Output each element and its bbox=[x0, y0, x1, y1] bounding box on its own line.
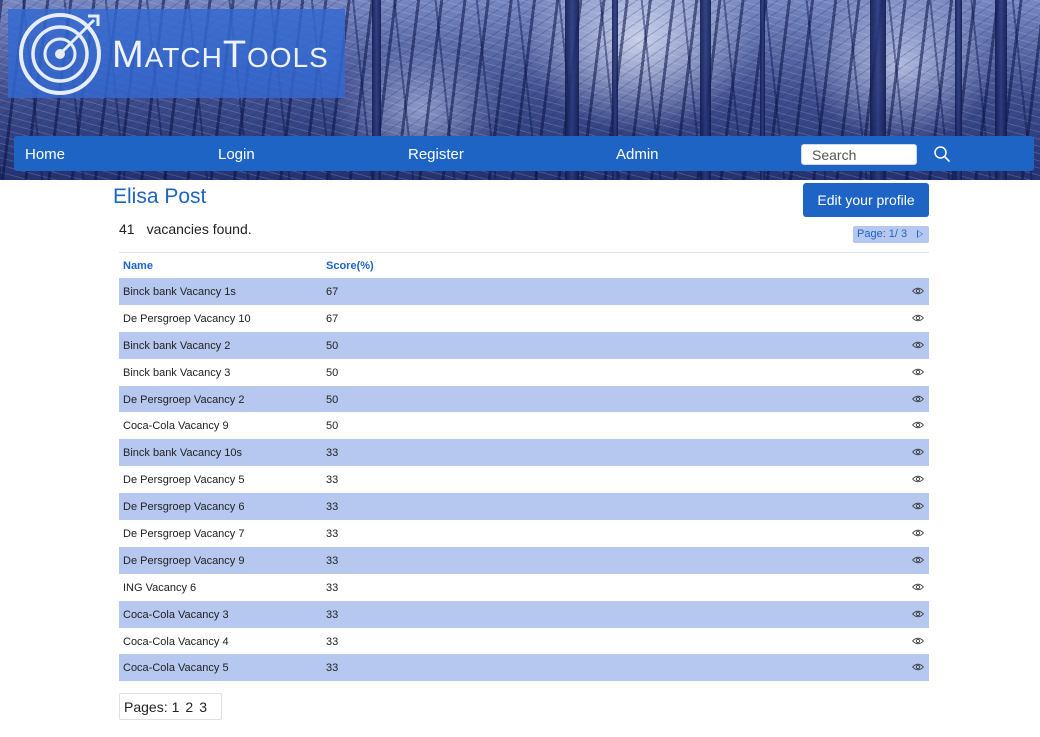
nav-register[interactable]: Register bbox=[408, 146, 464, 163]
vacancy-score: 33 bbox=[326, 474, 339, 487]
eye-icon[interactable] bbox=[912, 637, 924, 645]
pagination: Pages: 1 2 3 bbox=[119, 693, 222, 720]
vacancy-score: 50 bbox=[326, 393, 339, 406]
eye-icon[interactable] bbox=[912, 448, 924, 456]
header-name[interactable]: Name bbox=[123, 260, 153, 272]
pagination-label: Pages: bbox=[124, 699, 168, 715]
eye-icon[interactable] bbox=[912, 529, 924, 537]
nav-home[interactable]: Home bbox=[25, 146, 65, 163]
vacancy-score: 33 bbox=[326, 554, 339, 567]
eye-icon[interactable] bbox=[912, 556, 924, 564]
table-body: Binck bank Vacancy 1s 67 De Persgroep Vaca… bbox=[119, 278, 929, 682]
eye-icon[interactable] bbox=[912, 368, 924, 376]
eye-icon[interactable] bbox=[912, 341, 924, 349]
table-divider bbox=[119, 252, 929, 253]
table-row[interactable]: Binck bank Vacancy 1s 67 bbox=[119, 278, 929, 305]
table-row[interactable]: De Persgroep Vacancy 9 33 bbox=[119, 546, 929, 574]
table-row[interactable]: ING Vacancy 6 33 bbox=[119, 574, 929, 601]
header-score[interactable]: Score(%) bbox=[326, 260, 374, 272]
vacancies-table: Name Score(%) Binck bank Vacancy 1s 67 De … bbox=[119, 258, 929, 682]
vacancy-score: 33 bbox=[326, 608, 339, 621]
vacancy-name: Binck bank Vacancy 10s bbox=[123, 447, 243, 460]
vacancy-score: 33 bbox=[326, 662, 339, 675]
vacancy-score: 33 bbox=[326, 528, 339, 541]
page-link-1[interactable]: 1 bbox=[172, 699, 180, 715]
vacancy-name: Coca-Cola Vacancy 9 bbox=[123, 420, 229, 433]
page-link-2[interactable]: 2 bbox=[185, 699, 193, 715]
table-row[interactable]: Binck bank Vacancy 3 50 bbox=[119, 359, 929, 386]
table-row[interactable]: De Persgroep Vacancy 10 67 bbox=[119, 305, 929, 332]
vacancy-name: De Persgroep Vacancy 2 bbox=[123, 393, 245, 406]
vacancy-name: Coca-Cola Vacancy 4 bbox=[123, 635, 229, 648]
eye-icon[interactable] bbox=[912, 314, 924, 322]
table-row[interactable]: Coca-Cola Vacancy 5 33 bbox=[119, 654, 929, 682]
page-link-3[interactable]: 3 bbox=[199, 699, 207, 715]
vacancy-score: 33 bbox=[326, 501, 339, 514]
table-row[interactable]: Binck bank Vacancy 2 50 bbox=[119, 331, 929, 359]
vacancy-name: De Persgroep Vacancy 7 bbox=[123, 528, 245, 541]
eye-icon[interactable] bbox=[912, 502, 924, 510]
table-row[interactable]: Coca-Cola Vacancy 9 50 bbox=[119, 412, 929, 439]
table-row[interactable]: De Persgroep Vacancy 6 33 bbox=[119, 493, 929, 521]
results-count-label: vacancies found. bbox=[146, 221, 252, 237]
site-logo[interactable]: MATCHTOOLS bbox=[8, 9, 345, 98]
table-row[interactable]: Coca-Cola Vacancy 4 33 bbox=[119, 628, 929, 655]
triangle-right-icon bbox=[917, 230, 923, 238]
vacancy-name: De Persgroep Vacancy 5 bbox=[123, 474, 245, 487]
vacancy-score: 50 bbox=[326, 366, 339, 379]
table-row[interactable]: De Persgroep Vacancy 5 33 bbox=[119, 466, 929, 493]
page-indicator-label: Page: 1/ 3 bbox=[857, 228, 908, 240]
eye-icon[interactable] bbox=[912, 421, 924, 429]
eye-icon[interactable] bbox=[912, 610, 924, 618]
page-indicator-next[interactable]: Page: 1/ 3 bbox=[853, 226, 929, 243]
vacancy-score: 50 bbox=[326, 339, 339, 352]
eye-icon[interactable] bbox=[912, 663, 924, 671]
eye-icon[interactable] bbox=[912, 583, 924, 591]
vacancy-name: Binck bank Vacancy 2 bbox=[123, 339, 231, 352]
results-count-number: 41 bbox=[119, 221, 135, 237]
table-row[interactable]: Binck bank Vacancy 10s 33 bbox=[119, 439, 929, 467]
vacancy-name: De Persgroep Vacancy 9 bbox=[123, 554, 245, 567]
edit-profile-button[interactable]: Edit your profile bbox=[803, 183, 929, 217]
vacancy-name: ING Vacancy 6 bbox=[123, 581, 197, 594]
table-header: Name Score(%) bbox=[119, 258, 929, 278]
table-row[interactable]: De Persgroep Vacancy 2 50 bbox=[119, 385, 929, 413]
vacancy-score: 67 bbox=[326, 286, 339, 298]
logo-wordmark: MATCHTOOLS bbox=[112, 34, 329, 76]
vacancy-name: Coca-Cola Vacancy 3 bbox=[123, 608, 229, 621]
eye-icon[interactable] bbox=[912, 475, 924, 483]
target-logo-icon bbox=[19, 13, 101, 95]
nav-admin[interactable]: Admin bbox=[616, 146, 659, 163]
vacancy-score: 33 bbox=[326, 635, 339, 648]
search-input[interactable] bbox=[801, 144, 917, 165]
profile-name: Elisa Post bbox=[113, 185, 207, 208]
eye-icon[interactable] bbox=[912, 287, 924, 295]
vacancy-name: Coca-Cola Vacancy 5 bbox=[123, 662, 229, 675]
vacancy-score: 33 bbox=[326, 447, 339, 460]
vacancy-score: 50 bbox=[326, 420, 339, 433]
search-icon[interactable] bbox=[933, 145, 951, 163]
table-row[interactable]: De Persgroep Vacancy 7 33 bbox=[119, 520, 929, 547]
vacancy-score: 67 bbox=[326, 312, 339, 325]
eye-icon[interactable] bbox=[912, 395, 924, 403]
results-count: 41 vacancies found. bbox=[119, 221, 252, 237]
vacancy-name: De Persgroep Vacancy 6 bbox=[123, 501, 245, 514]
vacancy-name: De Persgroep Vacancy 10 bbox=[123, 312, 251, 325]
main-navbar: Home Login Register Admin bbox=[14, 136, 1034, 171]
nav-login[interactable]: Login bbox=[218, 146, 255, 163]
vacancy-name: Binck bank Vacancy 1s bbox=[123, 286, 236, 298]
table-row[interactable]: Coca-Cola Vacancy 3 33 bbox=[119, 600, 929, 628]
header-banner: MATCHTOOLS Home Login Register Admin bbox=[0, 0, 1040, 180]
vacancy-score: 33 bbox=[326, 581, 339, 594]
vacancy-name: Binck bank Vacancy 3 bbox=[123, 366, 231, 379]
